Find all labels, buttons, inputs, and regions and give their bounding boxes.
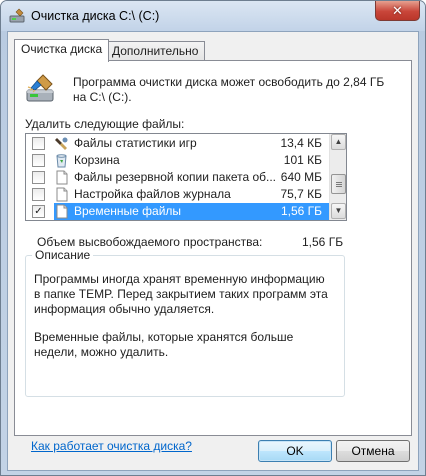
files-to-delete-label: Удалить следующие файлы: [25,117,185,131]
tab-more-options[interactable]: Дополнительно [105,41,206,62]
disk-cleanup-icon [9,8,25,23]
item-name: Файлы резервной копии пакета об... [74,170,277,184]
item-checkbox[interactable] [32,171,45,184]
close-icon: ✕ [392,2,403,18]
tab-label: Очистка диска [21,42,103,56]
file-icon [56,187,68,202]
list-scrollbar[interactable]: ▲ ▼ [329,134,346,220]
item-checkbox[interactable]: ✓ [32,205,45,218]
file-icon [56,204,68,219]
item-checkbox[interactable] [32,188,45,201]
space-label: Объем высвобождаемого пространства: [37,235,263,249]
item-size: 13,4 КБ [280,136,322,150]
description-text-2: Временные файлы, которые хранятся больше… [34,330,294,359]
disk-cleanup-window: Очистка диска C:\ (C:) ✕ Очистка диска Д… [0,0,426,476]
item-name: Настройка файлов журнала [74,187,231,201]
list-item[interactable]: Файлы резервной копии пакета об... 640 М… [26,169,330,186]
description-title: Описание [32,248,94,262]
chevron-up-icon: ▲ [334,137,343,146]
close-button[interactable]: ✕ [375,1,420,21]
tab-label: Дополнительно [112,44,199,58]
dialog-body: Очистка диска Дополнительно Программа оч… [7,31,419,471]
item-size: 75,7 КБ [280,187,322,201]
item-checkbox[interactable] [32,137,45,150]
files-listbox[interactable]: Файлы статистики игр 13,4 КБ Корзина 101… [25,133,347,221]
item-name: Корзина [74,153,120,167]
tab-panel: Программа очистки диска может освободить… [14,60,412,453]
game-controller-icon [55,137,68,150]
scroll-down-button[interactable]: ▼ [331,203,346,219]
list-item[interactable]: Корзина 101 КБ [26,152,330,169]
item-checkbox[interactable] [32,154,45,167]
space-value: 1,56 ГБ [302,235,344,249]
item-size: 640 МБ [280,170,322,184]
thumb-grip [336,182,342,183]
file-icon [56,170,68,185]
description-text: Программы иногда хранят временную информ… [34,272,328,316]
item-size: 1,56 ГБ [280,204,322,218]
scroll-up-button[interactable]: ▲ [331,134,346,150]
ok-button[interactable]: OK [258,440,332,462]
title-bar[interactable]: Очистка диска C:\ (C:) ✕ [1,1,425,31]
intro-text: Программа очистки диска может освободить… [73,75,385,104]
scroll-thumb[interactable] [331,174,346,194]
item-name: Временные файлы [74,204,182,218]
item-name: Файлы статистики игр [74,136,197,150]
list-item[interactable]: Настройка файлов журнала 75,7 КБ [26,186,330,203]
cancel-button[interactable]: Отмена [336,440,410,462]
list-item[interactable]: Файлы статистики игр 13,4 КБ [26,135,330,152]
chevron-down-icon: ▼ [334,206,343,215]
thumb-grip [336,184,342,185]
list-item[interactable]: ✓ Временные файлы 1,56 ГБ [26,203,330,220]
how-it-works-link[interactable]: Как работает очистка диска? [31,439,192,453]
thumb-grip [336,186,342,187]
tab-disk-cleanup[interactable]: Очистка диска [14,39,110,62]
item-size: 101 КБ [283,153,322,167]
window-title: Очистка диска C:\ (C:) [31,9,160,23]
description-group: Описание Программы иногда хранят временн… [25,248,345,397]
recycle-bin-icon [56,154,67,168]
disk-cleanup-icon [26,74,54,102]
